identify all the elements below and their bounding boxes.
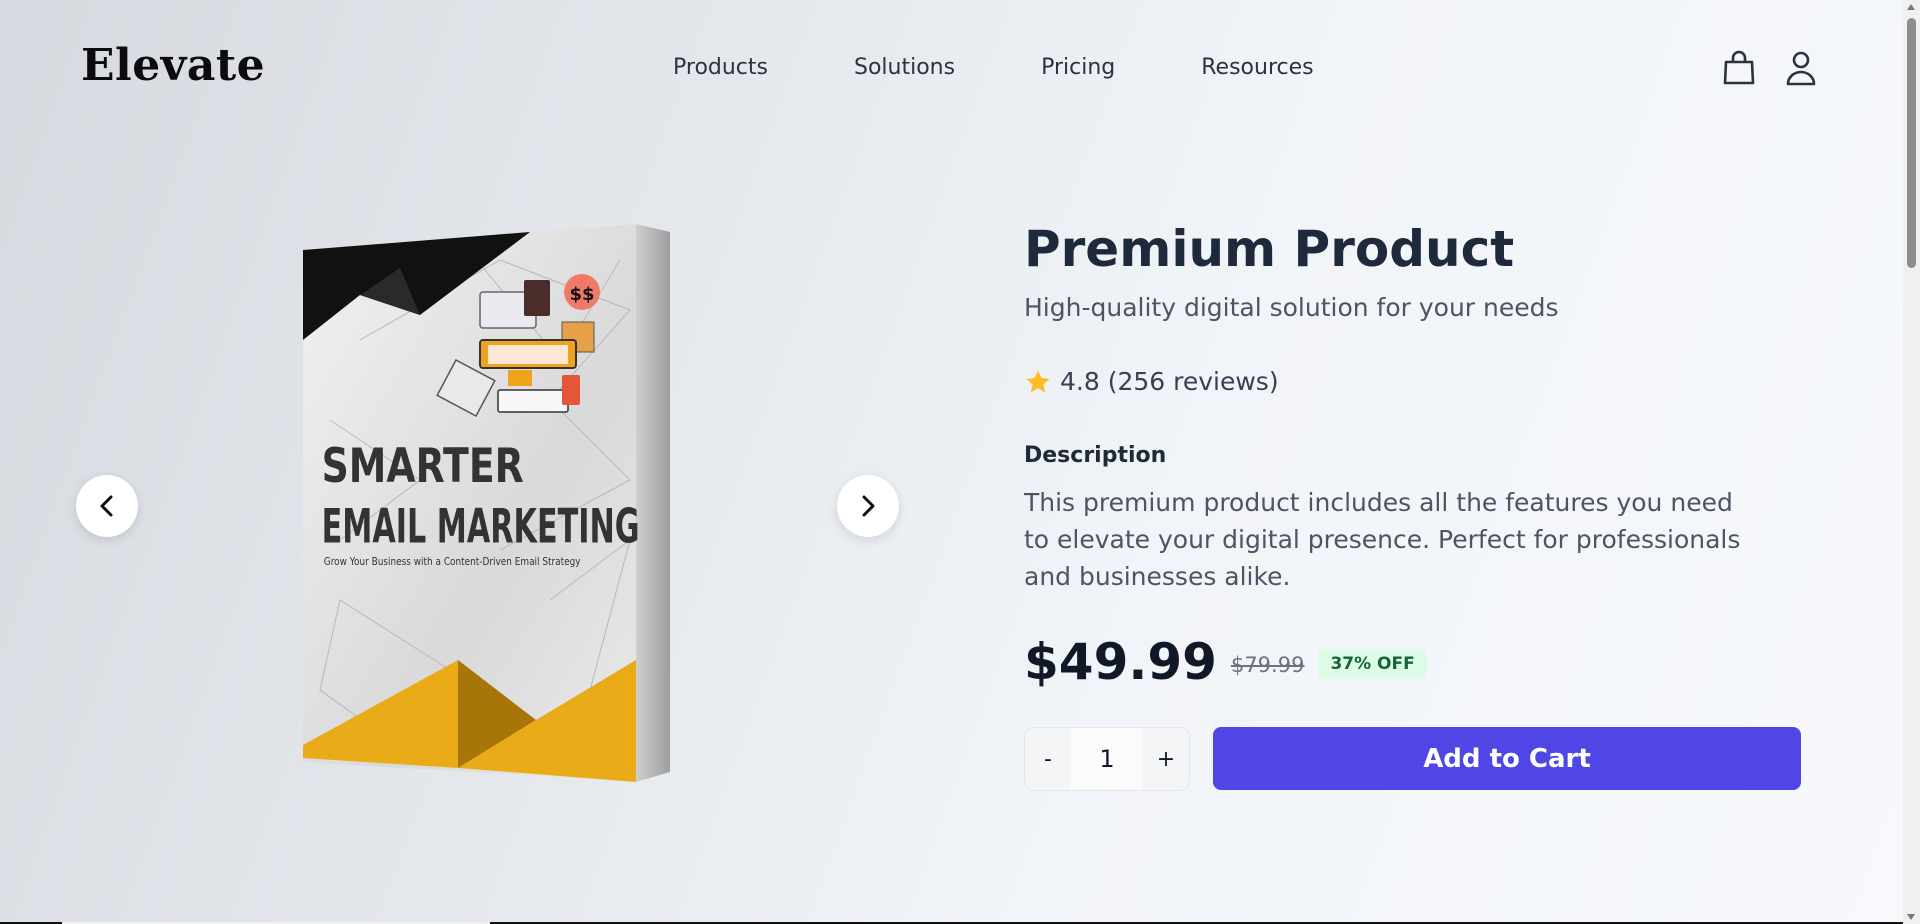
quantity-increase-button[interactable]: +	[1143, 728, 1189, 790]
book-title-line2: EMAIL MARKETING	[322, 500, 640, 555]
product-image: $$ SMARTER EMAIL MARKETING Grow Your Bus…	[300, 220, 680, 790]
quantity-value[interactable]: 1	[1071, 728, 1143, 790]
product-description: This premium product includes all the fe…	[1024, 488, 1741, 591]
chevron-left-icon	[100, 495, 113, 517]
previous-image-button[interactable]	[76, 475, 138, 537]
main-nav: Products Solutions Pricing Resources	[673, 55, 1314, 80]
user-icon[interactable]	[1784, 50, 1818, 86]
nav-products[interactable]: Products	[673, 55, 768, 80]
nav-pricing[interactable]: Pricing	[1041, 55, 1115, 80]
quantity-decrease-button[interactable]: -	[1025, 728, 1071, 790]
scroll-thumb[interactable]	[1907, 18, 1916, 268]
book-badge: $$	[569, 284, 594, 305]
book-title-line1: SMARTER	[322, 439, 524, 494]
nav-solutions[interactable]: Solutions	[854, 55, 955, 80]
description-label: Description	[1024, 443, 1167, 468]
scroll-up-arrow-icon[interactable]	[1907, 4, 1915, 10]
discount-badge: 37% OFF	[1318, 649, 1427, 679]
rating-text: 4.8 (256 reviews)	[1060, 367, 1279, 396]
product-subtitle: High-quality digital solution for your n…	[1024, 293, 1559, 322]
next-image-button[interactable]	[837, 475, 899, 537]
product-gallery: $$ SMARTER EMAIL MARKETING Grow Your Bus…	[0, 200, 970, 820]
book-subtitle: Grow Your Business with a Content-Driven…	[324, 556, 581, 568]
current-price: $49.99	[1024, 633, 1217, 691]
quantity-stepper: - 1 +	[1024, 727, 1190, 791]
chevron-right-icon	[862, 495, 875, 517]
scroll-down-arrow-icon[interactable]	[1907, 914, 1915, 920]
product-title: Premium Product	[1024, 220, 1515, 278]
product-rating: 4.8 (256 reviews)	[1024, 367, 1279, 396]
add-to-cart-button[interactable]: Add to Cart	[1213, 727, 1801, 790]
original-price: $79.99	[1230, 653, 1305, 677]
star-icon	[1026, 369, 1050, 392]
price-row: $49.99 $79.99 37% OFF	[1024, 633, 1427, 691]
shopping-bag-icon[interactable]	[1722, 50, 1756, 86]
vertical-scrollbar[interactable]	[1903, 0, 1920, 924]
nav-resources[interactable]: Resources	[1201, 55, 1313, 80]
logo[interactable]: Elevate	[81, 40, 265, 91]
